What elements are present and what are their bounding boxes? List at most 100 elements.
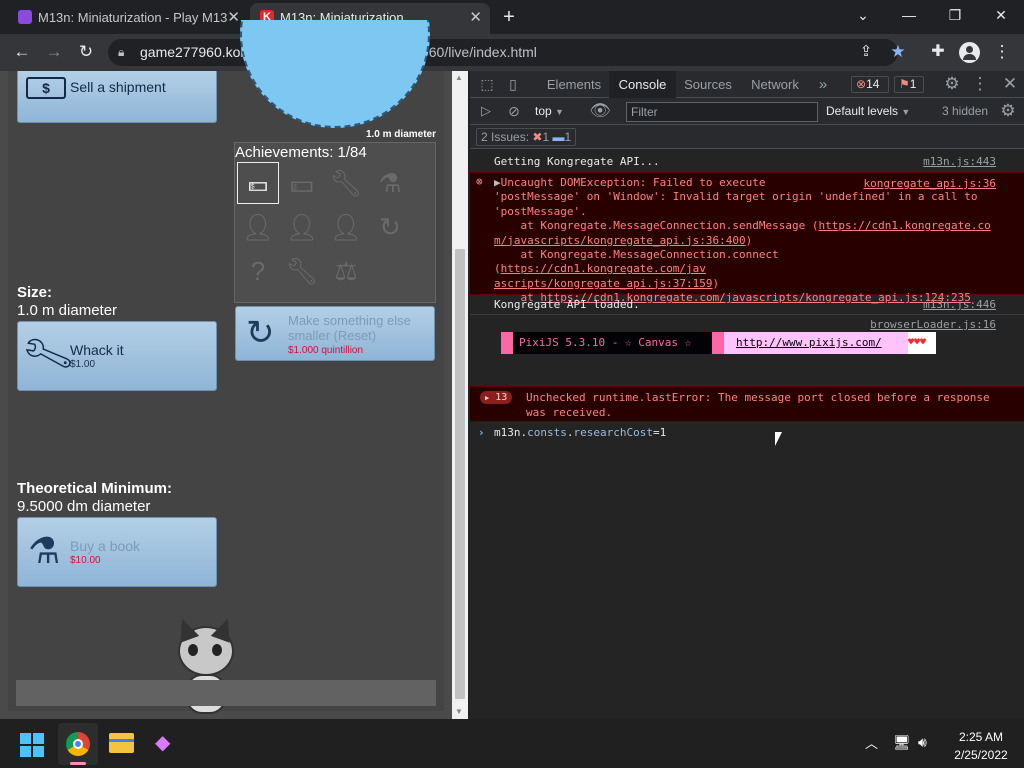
device-toolbar-icon[interactable]: ▯ (501, 72, 525, 96)
tab-search-chevron-down-icon[interactable]: ⌄ (840, 0, 886, 32)
chrome-menu-icon[interactable]: ⋮ (990, 40, 1014, 64)
context-select[interactable]: top ▼ (535, 104, 564, 118)
expand-triangle-icon[interactable]: ▶ (494, 176, 501, 189)
stack-link[interactable]: m/javascripts/kongregate_api.js:36:400 (494, 234, 746, 247)
new-tab-button[interactable]: + (497, 5, 521, 29)
inspect-element-icon[interactable]: ⬚ (475, 72, 499, 96)
tab-elements[interactable]: Elements (540, 71, 608, 98)
console-error: ⊗ ▶Uncaught DOMException: Failed to exec… (470, 172, 1024, 304)
console-message: Getting Kongregate API... m13n.js:443 (494, 155, 996, 168)
stack-link[interactable]: https://cdn1.kongregate.co (819, 219, 991, 232)
back-arrow-icon[interactable]: ← (10, 40, 34, 64)
tray-chevron-up-icon[interactable]: ︿ (865, 733, 878, 752)
settings-gear-icon[interactable]: ⚙ (940, 72, 964, 96)
achievement-person-icon[interactable]: 👤︎ (281, 206, 323, 248)
achievement-flask-icon[interactable]: ⚗︎ (369, 162, 411, 204)
achievement-tools-icon[interactable]: 🔧︎ (281, 250, 323, 292)
source-link[interactable]: kongregate_api.js:36 (864, 177, 996, 191)
whack-it-label: Whack it (70, 342, 124, 358)
theoretical-min-value: 9.5000 dm diameter (17, 498, 151, 515)
achievement-wrench-icon[interactable]: 🔧︎ (325, 162, 367, 204)
chrome-taskbar-button[interactable] (58, 723, 98, 765)
game-bottom-bar (16, 680, 436, 706)
issue-info-icon: ▬ (552, 130, 565, 144)
sell-shipment-label: Sell a shipment (70, 79, 166, 95)
achievement-question-icon[interactable]: ? (237, 250, 279, 292)
file-explorer-folder-icon[interactable] (109, 733, 134, 753)
network-icon[interactable]: 🖥︎ (893, 734, 911, 751)
profile-avatar[interactable] (959, 42, 980, 63)
theoretical-min-label: Theoretical Minimum: (17, 480, 173, 497)
reset-arrow-icon: ↻ (246, 314, 275, 352)
error-count-badge[interactable]: ⊗14 (851, 76, 889, 93)
console-message-pixi: browserLoader.js:16 PixiJS 5.3.10 - ☆ Ca… (470, 315, 1024, 385)
achievement-person-icon[interactable]: 👤︎ (325, 206, 367, 248)
achievement-person-icon[interactable]: 👤︎ (237, 206, 279, 248)
clear-console-icon[interactable]: ⊘ (502, 99, 526, 123)
source-link[interactable]: m13n.js:443 (923, 155, 996, 168)
close-tab-icon[interactable]: ✕ (469, 3, 482, 32)
close-devtools-icon[interactable]: ✕ (998, 72, 1022, 96)
tab-title: M13n: Miniaturization - Play M13 (38, 10, 228, 25)
live-expression-eye-icon[interactable]: 👁︎ (588, 99, 612, 123)
error-icon: ⊗ (856, 77, 867, 91)
reset-button[interactable]: ↻ Make something else smaller (Reset) $1… (235, 306, 435, 361)
stack-link[interactable]: ascripts/kongregate_api.js:37:159 (494, 277, 713, 290)
console-message: Kongregate API loaded. m13n.js:446 (470, 295, 1024, 315)
tab-network[interactable]: Network (742, 71, 808, 98)
tab-console[interactable]: Console (609, 71, 676, 98)
close-window-button[interactable]: ✕ (978, 0, 1024, 32)
console-filter-input[interactable]: Filter (626, 102, 818, 122)
browser-tab-kongregate[interactable]: M13n: Miniaturization - Play M13 ✕ (8, 3, 248, 34)
share-icon[interactable]: ⇪ (854, 40, 878, 64)
achievements-title: Achievements: 1/84 (235, 144, 367, 161)
more-tabs-chevron-icon[interactable]: » (812, 71, 834, 98)
achievement-money-icon[interactable]: 💵︎ (237, 162, 279, 204)
buy-book-label: Buy a book (70, 538, 141, 554)
minimize-button[interactable]: — (886, 0, 932, 32)
source-link[interactable]: m13n.js:446 (923, 298, 996, 311)
miniaturize-target-circle[interactable] (240, 20, 430, 128)
source-link[interactable]: browserLoader.js:16 (870, 318, 996, 331)
console-settings-gear-icon[interactable]: ⚙ (996, 99, 1020, 123)
size-value: 1.0 m diameter (17, 302, 118, 319)
gem-app-icon[interactable]: ◆ (155, 730, 170, 755)
pixi-banner: PixiJS 5.3.10 - ☆ Canvas ☆ (513, 332, 712, 354)
issue-error-icon: ✖ (532, 130, 543, 144)
whack-it-button[interactable]: 🔧︎ Whack it $1.00 (17, 321, 217, 391)
volume-icon[interactable]: 🔊︎ (918, 734, 927, 751)
kongregate-favicon-icon (18, 10, 32, 24)
tab-sources[interactable]: Sources (677, 71, 739, 98)
forward-arrow-icon[interactable]: → (42, 40, 66, 64)
extensions-puzzle-icon[interactable]: ✚ (926, 40, 950, 64)
whack-it-cost: $1.00 (70, 359, 96, 370)
taskbar-clock[interactable]: 2:25 AM 2/25/2022 (946, 730, 1016, 762)
console-input-line[interactable]: › m13n.consts.researchCost=1 (470, 422, 1024, 442)
pixi-link[interactable]: http://www.pixijs.com/ (736, 332, 900, 354)
page-scrollbar[interactable]: ▲ ▼ (452, 71, 468, 719)
reload-icon[interactable]: ↻ (74, 40, 98, 64)
warning-count-badge[interactable]: ⚑1 (894, 76, 924, 93)
chevron-down-icon: ▼ (901, 107, 911, 117)
clock-date: 2/25/2022 (954, 748, 1008, 762)
restore-button[interactable]: ❐ (932, 0, 978, 32)
log-levels-select[interactable]: Default levels ▼ (826, 104, 910, 118)
windows-start-icon[interactable] (20, 733, 44, 757)
address-bar[interactable]: 🔒︎ game277960.konggames.com/gamez/0027/7… (108, 39, 898, 66)
clock-time: 2:25 AM (958, 730, 1004, 744)
achievement-reset-icon[interactable]: ↻ (369, 206, 411, 248)
achievement-money-icon[interactable]: 💵︎ (281, 162, 323, 204)
bookmark-star-icon[interactable]: ★ (886, 40, 910, 64)
buy-book-button[interactable]: ⚗︎ Buy a book $10.00 (17, 517, 217, 587)
devtools-menu-icon[interactable]: ⋮ (968, 72, 992, 96)
expand-triangle-icon[interactable]: ▶ (485, 394, 489, 402)
error-icon: ⊗ (476, 175, 483, 188)
close-tab-icon[interactable]: ✕ (227, 3, 240, 32)
prompt-chevron-icon: › (478, 426, 485, 439)
sidebar-toggle-icon[interactable]: ▷ (474, 99, 498, 123)
stack-link[interactable]: https://cdn1.kongregate.com/jav (501, 262, 706, 275)
flask-icon: ⚗︎ (28, 530, 61, 571)
achievement-scales-icon[interactable]: ⚖︎ (325, 250, 367, 292)
issues-button[interactable]: 2 Issues: ✖1 ▬1 (476, 128, 577, 146)
sell-shipment-button[interactable]: $ Sell a shipment (17, 71, 217, 123)
